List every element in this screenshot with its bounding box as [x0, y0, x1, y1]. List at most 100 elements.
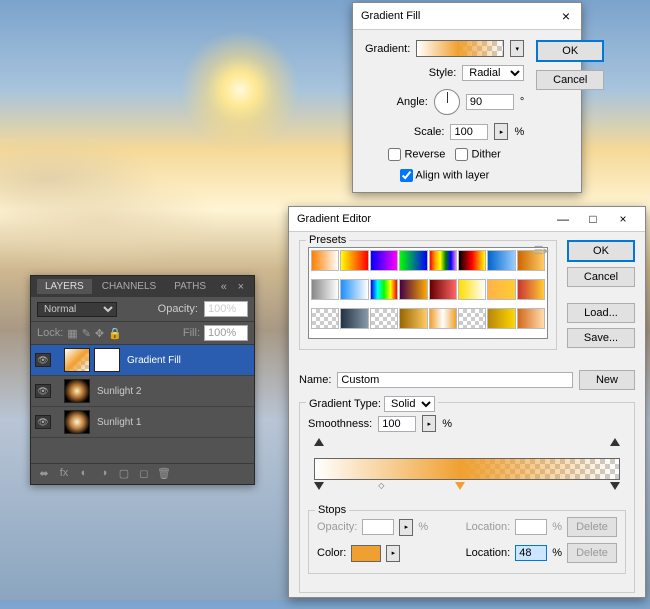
new-layer-icon[interactable]: ◻ [137, 467, 151, 481]
opacity-stops-row[interactable] [314, 432, 620, 446]
gradient-preset[interactable] [517, 308, 545, 329]
lock-all-icon[interactable]: 🔒 [108, 327, 122, 340]
fill-label: Fill: [183, 327, 200, 339]
opacity-value[interactable]: 100% [204, 301, 248, 317]
gradient-preset[interactable] [487, 308, 515, 329]
panel-collapse-icon[interactable]: « [217, 281, 231, 293]
ok-button[interactable]: OK [567, 240, 635, 262]
midpoint-icon[interactable]: ◇ [378, 481, 384, 490]
gradient-editor-titlebar[interactable]: Gradient Editor — □ × [289, 207, 645, 232]
visibility-eye-icon[interactable] [35, 415, 51, 429]
angle-input[interactable] [466, 94, 514, 110]
color-stop[interactable] [610, 482, 620, 492]
gradient-preset[interactable] [429, 308, 457, 329]
layer-mask-thumbnail[interactable] [94, 348, 120, 372]
layer-mask-icon[interactable]: ◐ [77, 467, 91, 481]
color-stop[interactable] [314, 482, 324, 492]
gradient-preset[interactable] [370, 279, 398, 300]
angle-dial[interactable] [434, 89, 460, 115]
color-stop-selected[interactable] [455, 482, 465, 492]
layer-thumbnail[interactable] [64, 410, 90, 434]
ok-button[interactable]: OK [536, 40, 604, 62]
scale-stepper-icon[interactable]: ▸ [494, 123, 508, 140]
layer-row[interactable]: Sunlight 2 [31, 376, 254, 407]
tab-layers[interactable]: LAYERS [37, 279, 92, 294]
gradient-preset[interactable] [340, 308, 368, 329]
lock-image-icon[interactable]: ✎ [82, 327, 91, 340]
gradient-preset[interactable] [458, 308, 486, 329]
fill-value[interactable]: 100% [204, 325, 248, 341]
opacity-stop[interactable] [610, 436, 620, 446]
visibility-eye-icon[interactable] [35, 353, 51, 367]
align-checkbox[interactable]: Align with layer [400, 169, 489, 182]
cancel-button[interactable]: Cancel [567, 267, 635, 287]
gradient-preset[interactable] [458, 250, 486, 271]
cancel-button[interactable]: Cancel [536, 70, 604, 90]
gradient-preset[interactable] [340, 279, 368, 300]
gradient-preset[interactable] [487, 279, 515, 300]
gradient-preset[interactable] [399, 250, 427, 271]
lock-transparent-icon[interactable]: ▦ [67, 327, 77, 340]
gradient-preset[interactable] [429, 250, 457, 271]
gradient-type-select[interactable]: Solid [384, 396, 435, 412]
gradient-bar[interactable] [314, 458, 620, 480]
layer-group-icon[interactable]: ▢ [117, 467, 131, 481]
layer-name-label: Gradient Fill [124, 355, 181, 366]
color-dropdown-icon[interactable]: ▸ [386, 545, 400, 562]
dither-checkbox[interactable]: Dither [455, 148, 500, 161]
style-select[interactable]: Radial [462, 65, 524, 81]
delete-layer-icon[interactable]: 🗑 [157, 467, 171, 481]
smoothness-input[interactable] [378, 416, 416, 432]
opacity-stop[interactable] [314, 436, 324, 446]
load-button[interactable]: Load... [567, 303, 635, 323]
stop-location-input-2[interactable] [515, 545, 547, 561]
smoothness-stepper-icon[interactable]: ▸ [422, 415, 436, 432]
save-button[interactable]: Save... [567, 328, 635, 348]
reverse-checkbox[interactable]: Reverse [388, 148, 445, 161]
close-icon[interactable]: × [559, 8, 573, 24]
new-button[interactable]: New [579, 370, 635, 390]
tab-channels[interactable]: CHANNELS [94, 279, 164, 294]
gradient-preset[interactable] [517, 279, 545, 300]
color-swatch[interactable] [351, 545, 381, 562]
gradient-preset[interactable] [487, 250, 515, 271]
stops-label: Stops [315, 504, 349, 516]
gradient-editor-title: Gradient Editor [297, 213, 371, 225]
gradient-dropdown-icon[interactable]: ▾ [510, 40, 524, 57]
link-layers-icon[interactable]: ⬌ [37, 467, 51, 481]
gradient-preset[interactable] [311, 250, 339, 271]
presets-menu-icon[interactable]: ☰▸ [531, 244, 552, 257]
name-input[interactable] [337, 372, 573, 388]
scale-input[interactable] [450, 124, 488, 140]
color-stops-row[interactable]: ◇ [314, 482, 620, 496]
visibility-eye-icon[interactable] [35, 384, 51, 398]
maximize-icon[interactable]: □ [579, 212, 607, 226]
gradient-preset[interactable] [399, 308, 427, 329]
minimize-icon[interactable]: — [549, 212, 577, 226]
gradient-preset[interactable] [399, 279, 427, 300]
layer-thumbnail[interactable] [64, 348, 90, 372]
gradient-preset[interactable] [370, 250, 398, 271]
gradient-fill-titlebar[interactable]: Gradient Fill × [353, 3, 581, 30]
gradient-preset[interactable] [370, 308, 398, 329]
layer-row[interactable]: Sunlight 1 [31, 407, 254, 438]
adjustment-layer-icon[interactable]: ◑ [97, 467, 111, 481]
blend-mode-select[interactable]: Normal [37, 302, 117, 317]
layer-name-label: Sunlight 2 [94, 386, 141, 397]
lock-position-icon[interactable]: ✥ [95, 327, 104, 340]
gradient-preset[interactable] [429, 279, 457, 300]
layer-row[interactable]: Gradient Fill [31, 345, 254, 376]
stop-opacity-stepper-icon: ▸ [399, 519, 413, 536]
layer-style-icon[interactable]: fx [57, 467, 71, 481]
gradient-preset[interactable] [340, 250, 368, 271]
tab-paths[interactable]: PATHS [166, 279, 214, 294]
layer-thumbnail[interactable] [64, 379, 90, 403]
gradient-preset[interactable] [458, 279, 486, 300]
gradient-preview[interactable] [416, 40, 504, 57]
close-icon[interactable]: × [609, 212, 637, 226]
percent-symbol: % [442, 418, 452, 430]
scale-label: Scale: [414, 126, 445, 138]
panel-close-icon[interactable]: × [234, 281, 248, 293]
gradient-preset[interactable] [311, 308, 339, 329]
gradient-preset[interactable] [311, 279, 339, 300]
